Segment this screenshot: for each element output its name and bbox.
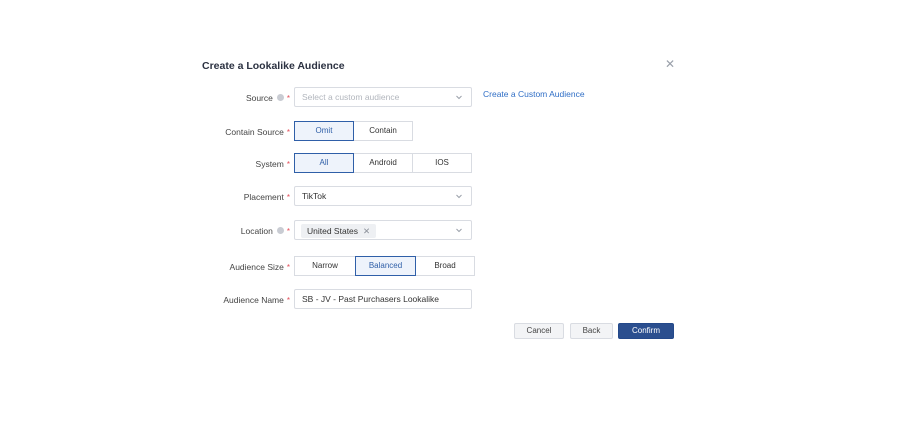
audience-size-label-group: Audience Size * [230,256,290,278]
required-marker: * [286,193,290,202]
source-row: Source * Select a custom audience [0,87,900,109]
required-marker: * [286,227,290,236]
chevron-down-icon [455,192,463,200]
location-tag: United States ✕ [301,224,377,238]
system-row: System * All Android IOS [0,153,900,175]
info-icon[interactable] [276,94,284,102]
location-label: Location [240,226,273,236]
dialog-title: Create a Lookalike Audience [202,60,345,72]
source-label: Source [245,93,273,103]
info-icon[interactable] [276,227,284,235]
contain-source-label-group: Contain Source * [225,121,290,143]
remove-tag-icon[interactable]: ✕ [363,226,370,236]
system-ios-option[interactable]: IOS [412,153,472,173]
placement-select[interactable]: TikTok [294,186,472,206]
audience-size-row: Audience Size * Narrow Balanced Broad [0,256,900,278]
required-marker: * [286,296,290,305]
required-marker: * [286,128,290,137]
placement-value: TikTok [302,191,327,201]
location-tag-label: United States [307,226,359,236]
placement-label: Placement [243,192,284,202]
placement-label-group: Placement * [244,186,290,208]
system-label: System [255,159,284,169]
location-label-group: Location * [241,220,290,242]
audience-size-broad-option[interactable]: Broad [415,256,475,276]
source-select[interactable]: Select a custom audience [294,87,472,107]
chevron-down-icon [455,93,463,101]
audience-size-narrow-option[interactable]: Narrow [294,256,356,276]
location-row: Location * United States ✕ [0,220,900,242]
required-marker: * [286,160,290,169]
system-toggle: All Android IOS [294,153,472,173]
audience-size-label: Audience Size [229,262,284,272]
contain-source-omit-option[interactable]: Omit [294,121,354,141]
system-label-group: System * [256,153,290,175]
required-marker: * [286,94,290,103]
close-icon[interactable]: ✕ [664,58,676,70]
confirm-button[interactable]: Confirm [618,323,674,339]
create-custom-audience-link[interactable]: Create a Custom Audience [483,89,585,99]
audience-name-label-group: Audience Name * [223,289,290,311]
audience-name-label: Audience Name [223,295,284,305]
audience-name-input[interactable] [294,289,472,309]
audience-size-balanced-option[interactable]: Balanced [355,256,416,276]
required-marker: * [286,263,290,272]
source-placeholder: Select a custom audience [302,92,400,102]
source-label-group: Source * [246,87,290,109]
system-android-option[interactable]: Android [353,153,413,173]
audience-name-row: Audience Name * [0,289,900,311]
lookalike-dialog: Create a Lookalike Audience ✕ Source * Se… [0,0,900,437]
back-button[interactable]: Back [570,323,613,339]
placement-row: Placement * TikTok [0,186,900,208]
cancel-button[interactable]: Cancel [514,323,564,339]
contain-source-contain-option[interactable]: Contain [353,121,413,141]
contain-source-toggle: Omit Contain [294,121,413,141]
contain-source-label: Contain Source [225,127,284,137]
system-all-option[interactable]: All [294,153,354,173]
audience-size-toggle: Narrow Balanced Broad [294,256,475,276]
chevron-down-icon [455,226,463,234]
contain-source-row: Contain Source * Omit Contain [0,121,900,143]
location-select[interactable]: United States ✕ [294,220,472,240]
